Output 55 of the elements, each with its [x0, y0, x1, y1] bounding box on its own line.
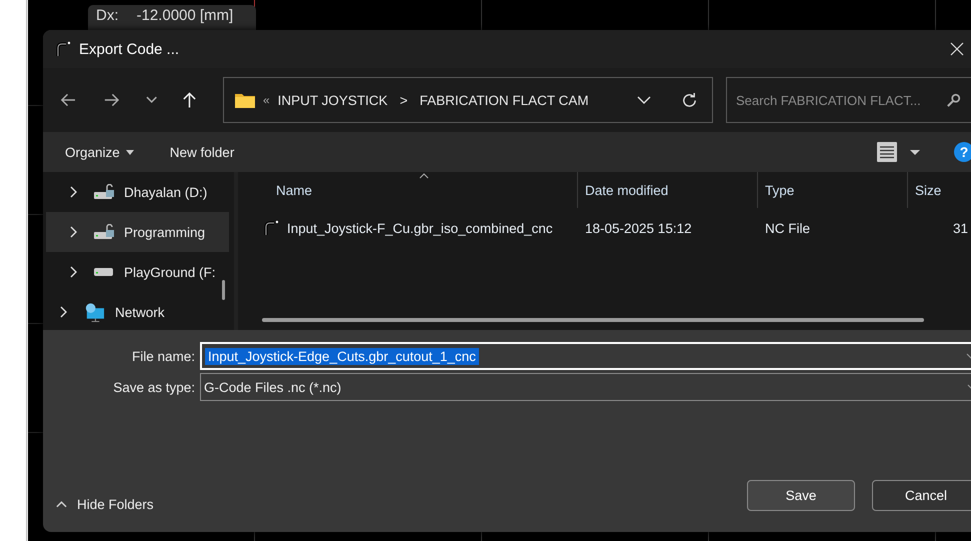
- new-folder-button[interactable]: New folder: [162, 140, 242, 164]
- window-title: Export Code ...: [79, 40, 180, 58]
- address-bar[interactable]: « INPUT JOYSTICK > FABRICATION FLACT CAM: [222, 77, 713, 123]
- caret-down-icon[interactable]: [910, 150, 920, 154]
- unlocked-drive-icon: [94, 224, 114, 240]
- table-cell: 18-05-2025 15:12: [585, 220, 692, 236]
- table-cell: 31: [953, 220, 968, 236]
- help-button[interactable]: ?: [954, 142, 971, 162]
- column-header[interactable]: Name: [238, 172, 578, 208]
- app-icon: [55, 41, 71, 57]
- tooltip-value: -12.0000 [mm]: [136, 7, 234, 26]
- sidebar-item[interactable]: Programming: [46, 212, 229, 252]
- column-header[interactable]: Date modified: [578, 172, 758, 208]
- table-cell[interactable]: Input_Joystick-F_Cu.gbr_iso_combined_cnc: [287, 220, 553, 236]
- save-button[interactable]: Save: [747, 480, 855, 511]
- up-arrow-icon[interactable]: [181, 91, 198, 109]
- search-icon: [946, 93, 961, 107]
- folder-icon: [234, 92, 255, 108]
- tooltip-label: Dx:: [96, 7, 118, 26]
- file-icon: [263, 220, 279, 236]
- refresh-icon[interactable]: [680, 92, 698, 108]
- column-header[interactable]: Type: [758, 172, 908, 208]
- hide-folders-button[interactable]: Hide Folders: [56, 497, 154, 512]
- chevron-down-icon[interactable]: [146, 96, 158, 104]
- unlocked-drive-icon: [94, 184, 114, 200]
- view-list-icon[interactable]: [877, 142, 897, 162]
- back-arrow-icon[interactable]: [60, 91, 77, 109]
- network-icon: [84, 302, 105, 322]
- organize-menu[interactable]: Organize: [57, 140, 142, 164]
- close-icon[interactable]: [950, 42, 964, 56]
- chevron-right-icon[interactable]: [70, 186, 78, 198]
- sidebar-item[interactable]: PlayGround (F:: [46, 252, 229, 292]
- file-type-dropdown[interactable]: G-Code Files .nc (*.nc): [200, 373, 971, 401]
- breadcrumb[interactable]: FABRICATION FLACT CAM: [420, 92, 589, 108]
- search-field[interactable]: Search FABRICATION FLACT...: [726, 77, 971, 123]
- scrollbar-thumb[interactable]: [222, 280, 225, 300]
- sidebar-item[interactable]: Network: [46, 292, 229, 332]
- forward-arrow-icon[interactable]: [102, 91, 120, 109]
- breadcrumb-separator: >: [400, 92, 408, 108]
- table-cell: NC File: [765, 220, 810, 236]
- field-label: Save as type:: [112, 380, 196, 394]
- file-name-field[interactable]: Input_Joystick-Edge_Cuts.gbr_cutout_1_cnc: [200, 342, 971, 370]
- cancel-button[interactable]: Cancel: [872, 480, 971, 511]
- overflow-chevron[interactable]: «: [262, 93, 270, 107]
- column-header[interactable]: Size: [908, 172, 971, 208]
- field-label: File name:: [130, 348, 196, 364]
- sidebar-item[interactable]: Dhayalan (D:): [46, 172, 229, 212]
- drive-icon: [94, 267, 114, 277]
- sort-caret-icon: [419, 173, 429, 179]
- chevron-right-icon[interactable]: [70, 226, 78, 238]
- chevron-up-icon: [56, 501, 67, 508]
- breadcrumb[interactable]: INPUT JOYSTICK: [278, 92, 388, 108]
- scrollbar-thumb[interactable]: [262, 318, 924, 322]
- chevron-right-icon[interactable]: [70, 266, 78, 278]
- chevron-right-icon[interactable]: [60, 306, 68, 318]
